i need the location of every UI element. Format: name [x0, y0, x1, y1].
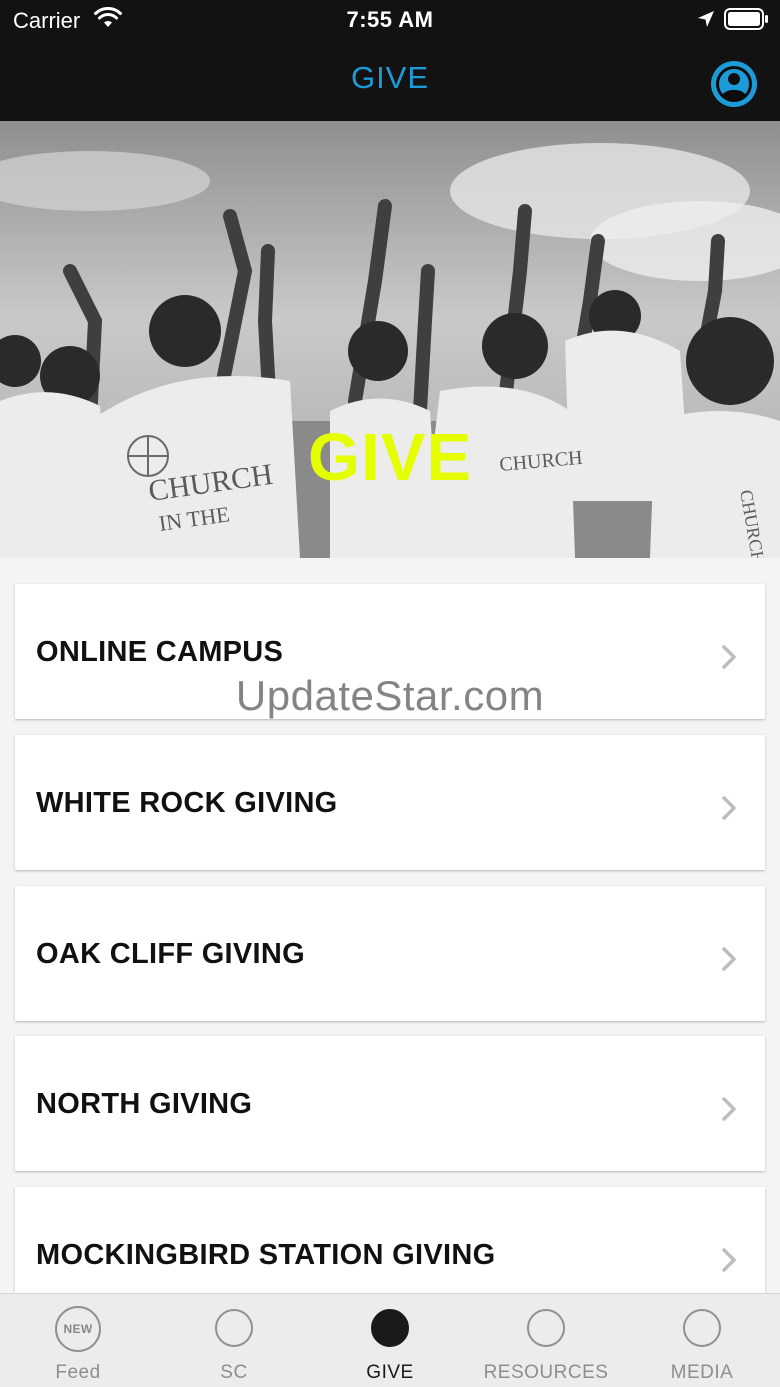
giving-item-label: OAK CLIFF GIVING: [36, 938, 306, 970]
new-badge-icon: NEW: [55, 1306, 101, 1352]
circle-icon: [683, 1309, 721, 1347]
tab-bar: NEW Feed SC GIVE RESOURCES MEDIA: [0, 1293, 780, 1387]
tab-media[interactable]: MEDIA: [624, 1294, 780, 1387]
tab-give[interactable]: GIVE: [312, 1294, 468, 1387]
user-icon: [716, 66, 752, 102]
tab-label: MEDIA: [670, 1362, 734, 1383]
giving-item-label: MOCKINGBIRD STATION GIVING: [36, 1239, 496, 1271]
clock: 7:55 AM: [346, 7, 434, 32]
giving-item-white-rock[interactable]: WHITE ROCK GIVING: [15, 735, 765, 870]
tab-label: SC: [220, 1362, 248, 1383]
tab-label: RESOURCES: [483, 1362, 609, 1383]
battery-icon: [724, 8, 768, 30]
chevron-right-icon: [722, 947, 736, 971]
giving-item-north[interactable]: NORTH GIVING: [15, 1036, 765, 1171]
tab-resources[interactable]: RESOURCES: [468, 1294, 624, 1387]
profile-button[interactable]: [711, 61, 757, 107]
circle-icon: [527, 1309, 565, 1347]
nav-bar: GIVE: [0, 40, 780, 121]
page-title: GIVE: [350, 60, 430, 95]
giving-item-label: WHITE ROCK GIVING: [36, 787, 338, 819]
giving-item-oak-cliff[interactable]: OAK CLIFF GIVING: [15, 886, 765, 1021]
giving-item-label: ONLINE CAMPUS: [36, 636, 284, 668]
hero-banner: CHURCH IN THE CHURCH CHURCH GIVE: [0, 121, 780, 558]
circle-icon: [215, 1309, 253, 1347]
chevron-right-icon: [722, 645, 736, 669]
chevron-right-icon: [722, 1097, 736, 1121]
status-bar: Carrier 7:55 AM: [0, 0, 780, 40]
hero-title: GIVE: [307, 420, 473, 495]
location-arrow-icon: [698, 11, 714, 27]
tab-label: Feed: [55, 1362, 101, 1383]
tab-feed[interactable]: NEW Feed: [0, 1294, 156, 1387]
chevron-right-icon: [722, 796, 736, 820]
chevron-right-icon: [722, 1248, 736, 1272]
watermark: UpdateStar.com: [235, 672, 545, 719]
filled-circle-icon: [371, 1309, 409, 1347]
tab-label: GIVE: [366, 1362, 414, 1383]
tab-sc[interactable]: SC: [156, 1294, 312, 1387]
giving-item-label: NORTH GIVING: [36, 1088, 253, 1120]
